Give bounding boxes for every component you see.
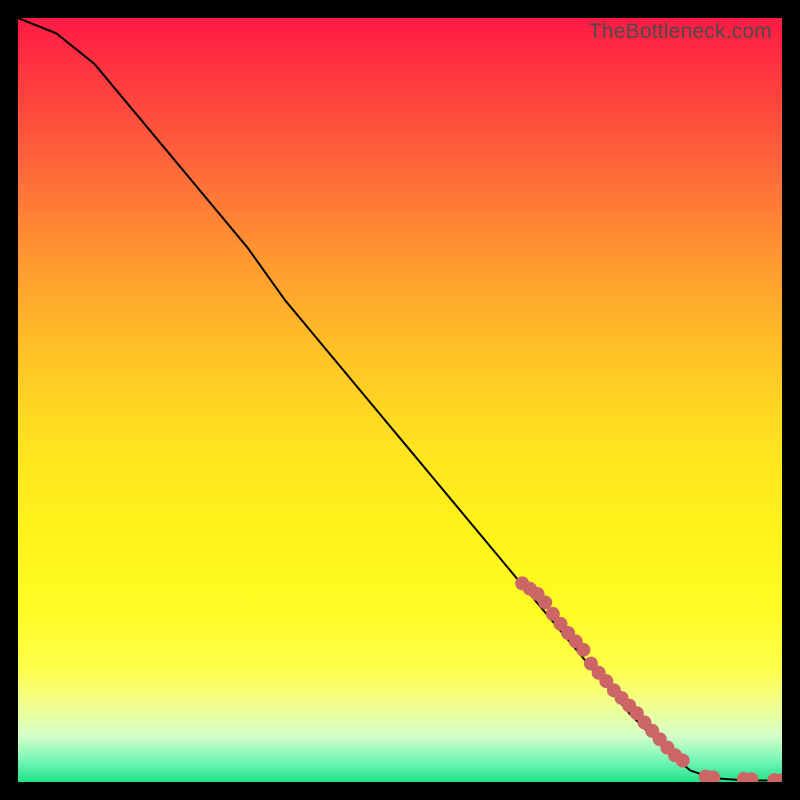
data-point [676,754,690,768]
data-point [538,595,552,609]
plot-area: TheBottleneck.com [18,18,782,782]
chart-svg [18,18,782,782]
curve-line [18,18,782,780]
data-point [576,643,590,657]
chart-frame: TheBottleneck.com [0,0,800,800]
